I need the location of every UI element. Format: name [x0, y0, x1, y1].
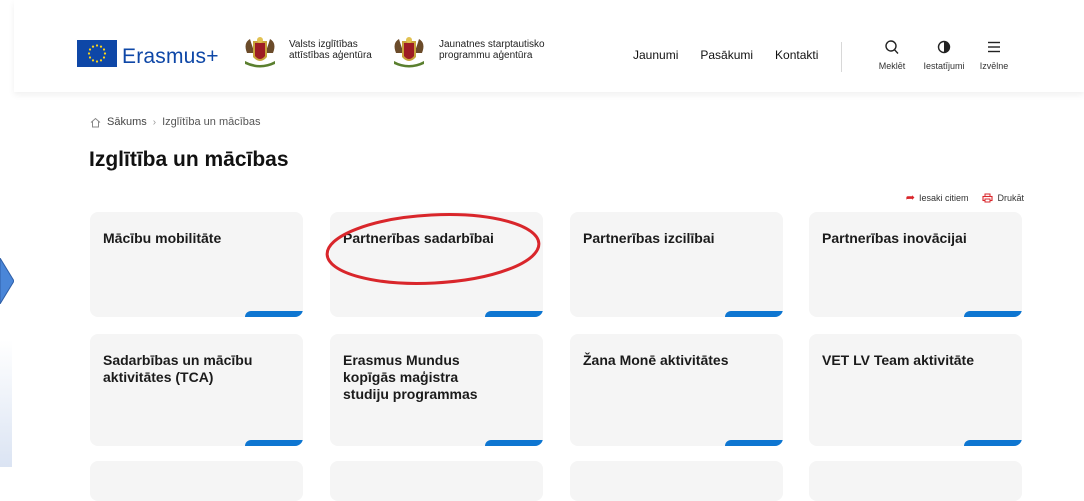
card-label: Partnerības izcilībai: [583, 230, 715, 246]
search-icon: [885, 40, 899, 54]
card-label: VET LV Team aktivitāte: [822, 352, 974, 368]
card-label: Erasmus Mundus kopīgās maģistra studiju …: [343, 352, 478, 402]
print-link[interactable]: Drukāt: [982, 191, 1024, 204]
side-arrow-icon: [0, 258, 14, 304]
latvia-crest-icon: [245, 37, 275, 68]
card-label: Mācību mobilitāte: [103, 230, 222, 246]
agency-name-viaa[interactable]: Valsts izglītības attīstības aģentūra: [289, 39, 372, 61]
agency-line: attīstības aģentūra: [289, 50, 372, 61]
recommend-label: Iesaki citiem: [918, 192, 969, 203]
card-zana-mone[interactable]: Žana Monē aktivitātes: [570, 334, 783, 446]
agency-line: Jaunatnes starptautisko: [439, 39, 545, 50]
breadcrumb: Sākums › Izglītība un mācības: [90, 116, 261, 128]
page-title: Izglītība un mācības: [89, 148, 289, 171]
card-accent: [725, 440, 783, 446]
card-vet-lv-team[interactable]: VET LV Team aktivitāte: [809, 334, 1022, 446]
card-row3[interactable]: [570, 461, 783, 501]
card-accent: [964, 440, 1022, 446]
search-button[interactable]: Meklēt: [870, 38, 914, 71]
eu-flag-icon: [77, 40, 117, 67]
card-accent: [485, 440, 543, 446]
agency-name-jspa[interactable]: Jaunatnes starptautisko programmu aģentū…: [439, 39, 545, 61]
menu-icon: [988, 41, 1000, 53]
card-partneribas-sadarbibai[interactable]: Partnerības sadarbībai: [330, 212, 543, 317]
search-label: Meklēt: [878, 61, 906, 71]
settings-label: Iestatījumi: [923, 61, 965, 71]
card-accent: [485, 311, 543, 317]
card-label: Žana Monē aktivitātes: [583, 352, 729, 368]
card-row3[interactable]: [330, 461, 543, 501]
nav-item-kontakti[interactable]: Kontakti: [775, 48, 818, 62]
card-accent: [245, 311, 303, 317]
breadcrumb-current: Izglītība un mācības: [162, 116, 261, 128]
settings-button[interactable]: Iestatījumi: [922, 38, 966, 71]
recommend-link[interactable]: ➦ Iesaki citiem: [906, 191, 969, 204]
share-actions: ➦ Iesaki citiem Drukāt: [906, 191, 1024, 204]
card-label: Sadarbības un mācību aktivitātes (TCA): [103, 352, 253, 385]
breadcrumb-separator-icon: ›: [152, 116, 157, 128]
nav-divider: [841, 42, 842, 72]
erasmus-logo[interactable]: Erasmus+: [122, 45, 219, 69]
main-nav: Jaunumi Pasākumi Kontakti: [633, 48, 818, 62]
nav-item-jaunumi[interactable]: Jaunumi: [633, 48, 678, 62]
left-shade: [0, 340, 12, 467]
card-partneribas-izcilibai[interactable]: Partnerības izcilībai: [570, 212, 783, 317]
card-accent: [964, 311, 1022, 317]
menu-button[interactable]: Izvēlne: [972, 38, 1016, 71]
latvia-crest-icon: [394, 37, 424, 68]
menu-label: Izvēlne: [979, 61, 1009, 71]
agency-line: Valsts izglītības: [289, 39, 358, 50]
card-tca[interactable]: Sadarbības un mācību aktivitātes (TCA): [90, 334, 303, 446]
breadcrumb-home[interactable]: Sākums: [107, 116, 147, 128]
card-accent: [245, 440, 303, 446]
contrast-icon: [937, 40, 951, 54]
card-macibu-mobilitate[interactable]: Mācību mobilitāte: [90, 212, 303, 317]
card-accent: [725, 311, 783, 317]
agency-line: programmu aģentūra: [439, 50, 533, 61]
print-label: Drukāt: [997, 192, 1024, 203]
nav-item-pasakumi[interactable]: Pasākumi: [700, 48, 753, 62]
printer-icon: [982, 193, 994, 202]
home-icon: [90, 117, 101, 127]
card-row3[interactable]: [809, 461, 1022, 501]
share-arrow-icon: ➦: [905, 192, 915, 204]
card-partneribas-inovacijai[interactable]: Partnerības inovācijai: [809, 212, 1022, 317]
card-label: Partnerības inovācijai: [822, 230, 967, 246]
card-label: Partnerības sadarbībai: [343, 230, 494, 246]
card-row3[interactable]: [90, 461, 303, 501]
card-erasmus-mundus[interactable]: Erasmus Mundus kopīgās maģistra studiju …: [330, 334, 543, 446]
